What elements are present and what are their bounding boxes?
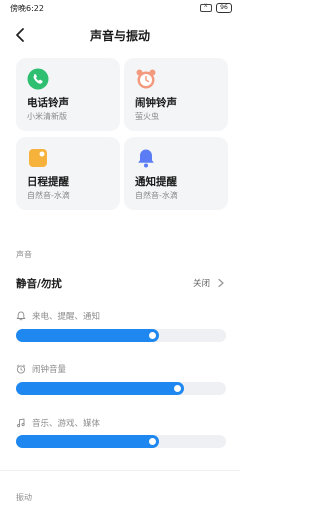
slider-fill (16, 329, 159, 342)
battery-icon: 96 (216, 3, 232, 13)
slider-fill (16, 382, 184, 395)
alarm-volume-slider[interactable] (16, 382, 226, 395)
alarm-volume-label: 闹钟音量 (32, 365, 67, 375)
status-bar: 傍晚6:22 96 (0, 0, 240, 18)
media-volume-label: 音乐、游戏、媒体 (32, 419, 101, 429)
card-title: 日程提醒 (27, 176, 69, 188)
section-label-sound: 声音 (16, 250, 32, 259)
bell-outline-icon (16, 311, 26, 321)
media-volume-slider[interactable] (16, 435, 226, 448)
ring-volume-slider[interactable] (16, 329, 226, 342)
card-title: 通知提醒 (135, 176, 177, 188)
chevron-right-icon (218, 278, 224, 288)
divider (0, 470, 240, 471)
media-volume-label-row: 音乐、游戏、媒体 (16, 416, 100, 430)
slider-thumb[interactable] (148, 438, 156, 445)
header: 声音与振动 (0, 22, 240, 48)
alarm-outline-icon (16, 364, 26, 374)
card-subtitle: 自然音-水滴 (27, 191, 70, 200)
card-subtitle: 小米清新版 (27, 112, 67, 121)
dnd-row[interactable]: 静音/勿扰 关闭 (0, 271, 240, 295)
alarm-icon (136, 69, 156, 89)
slider-thumb[interactable] (174, 385, 181, 392)
music-note-icon (17, 418, 25, 428)
bell-icon (138, 149, 154, 168)
card-calendar-reminder[interactable]: 日程提醒 自然音-水滴 (16, 137, 120, 210)
dnd-value: 关闭 (192, 279, 210, 289)
ring-volume-label: 来电、提醒、通知 (32, 312, 101, 322)
section-label-vibration: 振动 (16, 493, 32, 502)
slider-fill (16, 435, 159, 448)
card-alarm-ringtone[interactable]: 闹钟铃声 萤火虫 (124, 58, 228, 131)
no-sim-icon (200, 2, 212, 12)
phone-icon (27, 68, 49, 90)
card-subtitle: 萤火虫 (135, 112, 159, 121)
ring-volume-label-row: 来电、提醒、通知 (16, 309, 100, 323)
card-phone-ringtone[interactable]: 电话铃声 小米清新版 (16, 58, 120, 131)
card-subtitle: 自然音-水滴 (135, 191, 178, 200)
card-title: 闹钟铃声 (135, 97, 177, 109)
calendar-icon (29, 149, 47, 167)
page-title: 声音与振动 (89, 29, 150, 43)
slider-thumb[interactable] (148, 332, 156, 339)
card-title: 电话铃声 (27, 97, 69, 109)
dnd-title: 静音/勿扰 (16, 278, 62, 290)
status-icons: 96 (200, 2, 232, 13)
card-notification-reminder[interactable]: 通知提醒 自然音-水滴 (124, 137, 228, 210)
status-time: 傍晚6:22 (10, 4, 44, 13)
alarm-volume-label-row: 闹钟音量 (16, 362, 66, 376)
